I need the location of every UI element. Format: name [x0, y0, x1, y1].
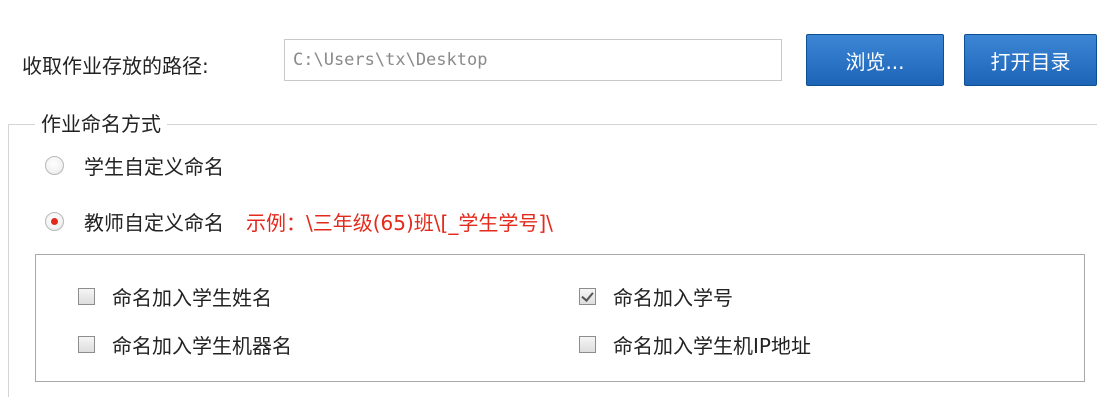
checkbox-machine-name-label: 命名加入学生机器名 — [112, 333, 292, 358]
radio-empty-icon[interactable] — [45, 155, 64, 175]
checkbox-include-student-name[interactable]: 命名加入学生姓名 — [78, 283, 272, 310]
checkbox-ip-address-label: 命名加入学生机IP地址 — [613, 333, 811, 358]
radio-teacher-custom-naming[interactable]: 教师自定义命名 示例：\三年级(65)班\[_学生学号]\ — [45, 206, 553, 236]
checkbox-include-ip-address[interactable]: 命名加入学生机IP地址 — [579, 331, 811, 358]
radio-student-custom-naming[interactable]: 学生自定义命名 — [45, 150, 224, 180]
radio-student-custom-label: 学生自定义命名 — [84, 154, 224, 179]
storage-path-label: 收取作业存放的路径: — [22, 54, 209, 78]
naming-method-title: 作业命名方式 — [35, 108, 167, 137]
browse-button[interactable]: 浏览... — [806, 34, 944, 86]
naming-example-text: 示例：\三年级(65)班\[_学生学号]\ — [246, 210, 553, 235]
checkbox-empty-icon[interactable] — [78, 335, 95, 353]
open-directory-button[interactable]: 打开目录 — [964, 34, 1097, 86]
checkbox-include-machine-name[interactable]: 命名加入学生机器名 — [78, 331, 292, 358]
checkbox-include-student-id[interactable]: 命名加入学号 — [579, 283, 733, 310]
radio-teacher-custom-label: 教师自定义命名 — [84, 210, 224, 235]
checkbox-student-name-label: 命名加入学生姓名 — [112, 285, 272, 310]
checkbox-student-id-label: 命名加入学号 — [613, 285, 733, 310]
radio-dot-icon[interactable] — [45, 211, 64, 231]
naming-options-box — [35, 254, 1085, 382]
homework-path-settings-panel: 收取作业存放的路径: 浏览... 打开目录 作业命名方式 学生自定义命名 教师自… — [0, 0, 1097, 397]
storage-path-input[interactable] — [284, 39, 782, 81]
checkbox-empty-icon[interactable] — [78, 287, 95, 305]
checkbox-empty-icon[interactable] — [579, 335, 596, 353]
checkmark-icon[interactable] — [579, 287, 596, 305]
